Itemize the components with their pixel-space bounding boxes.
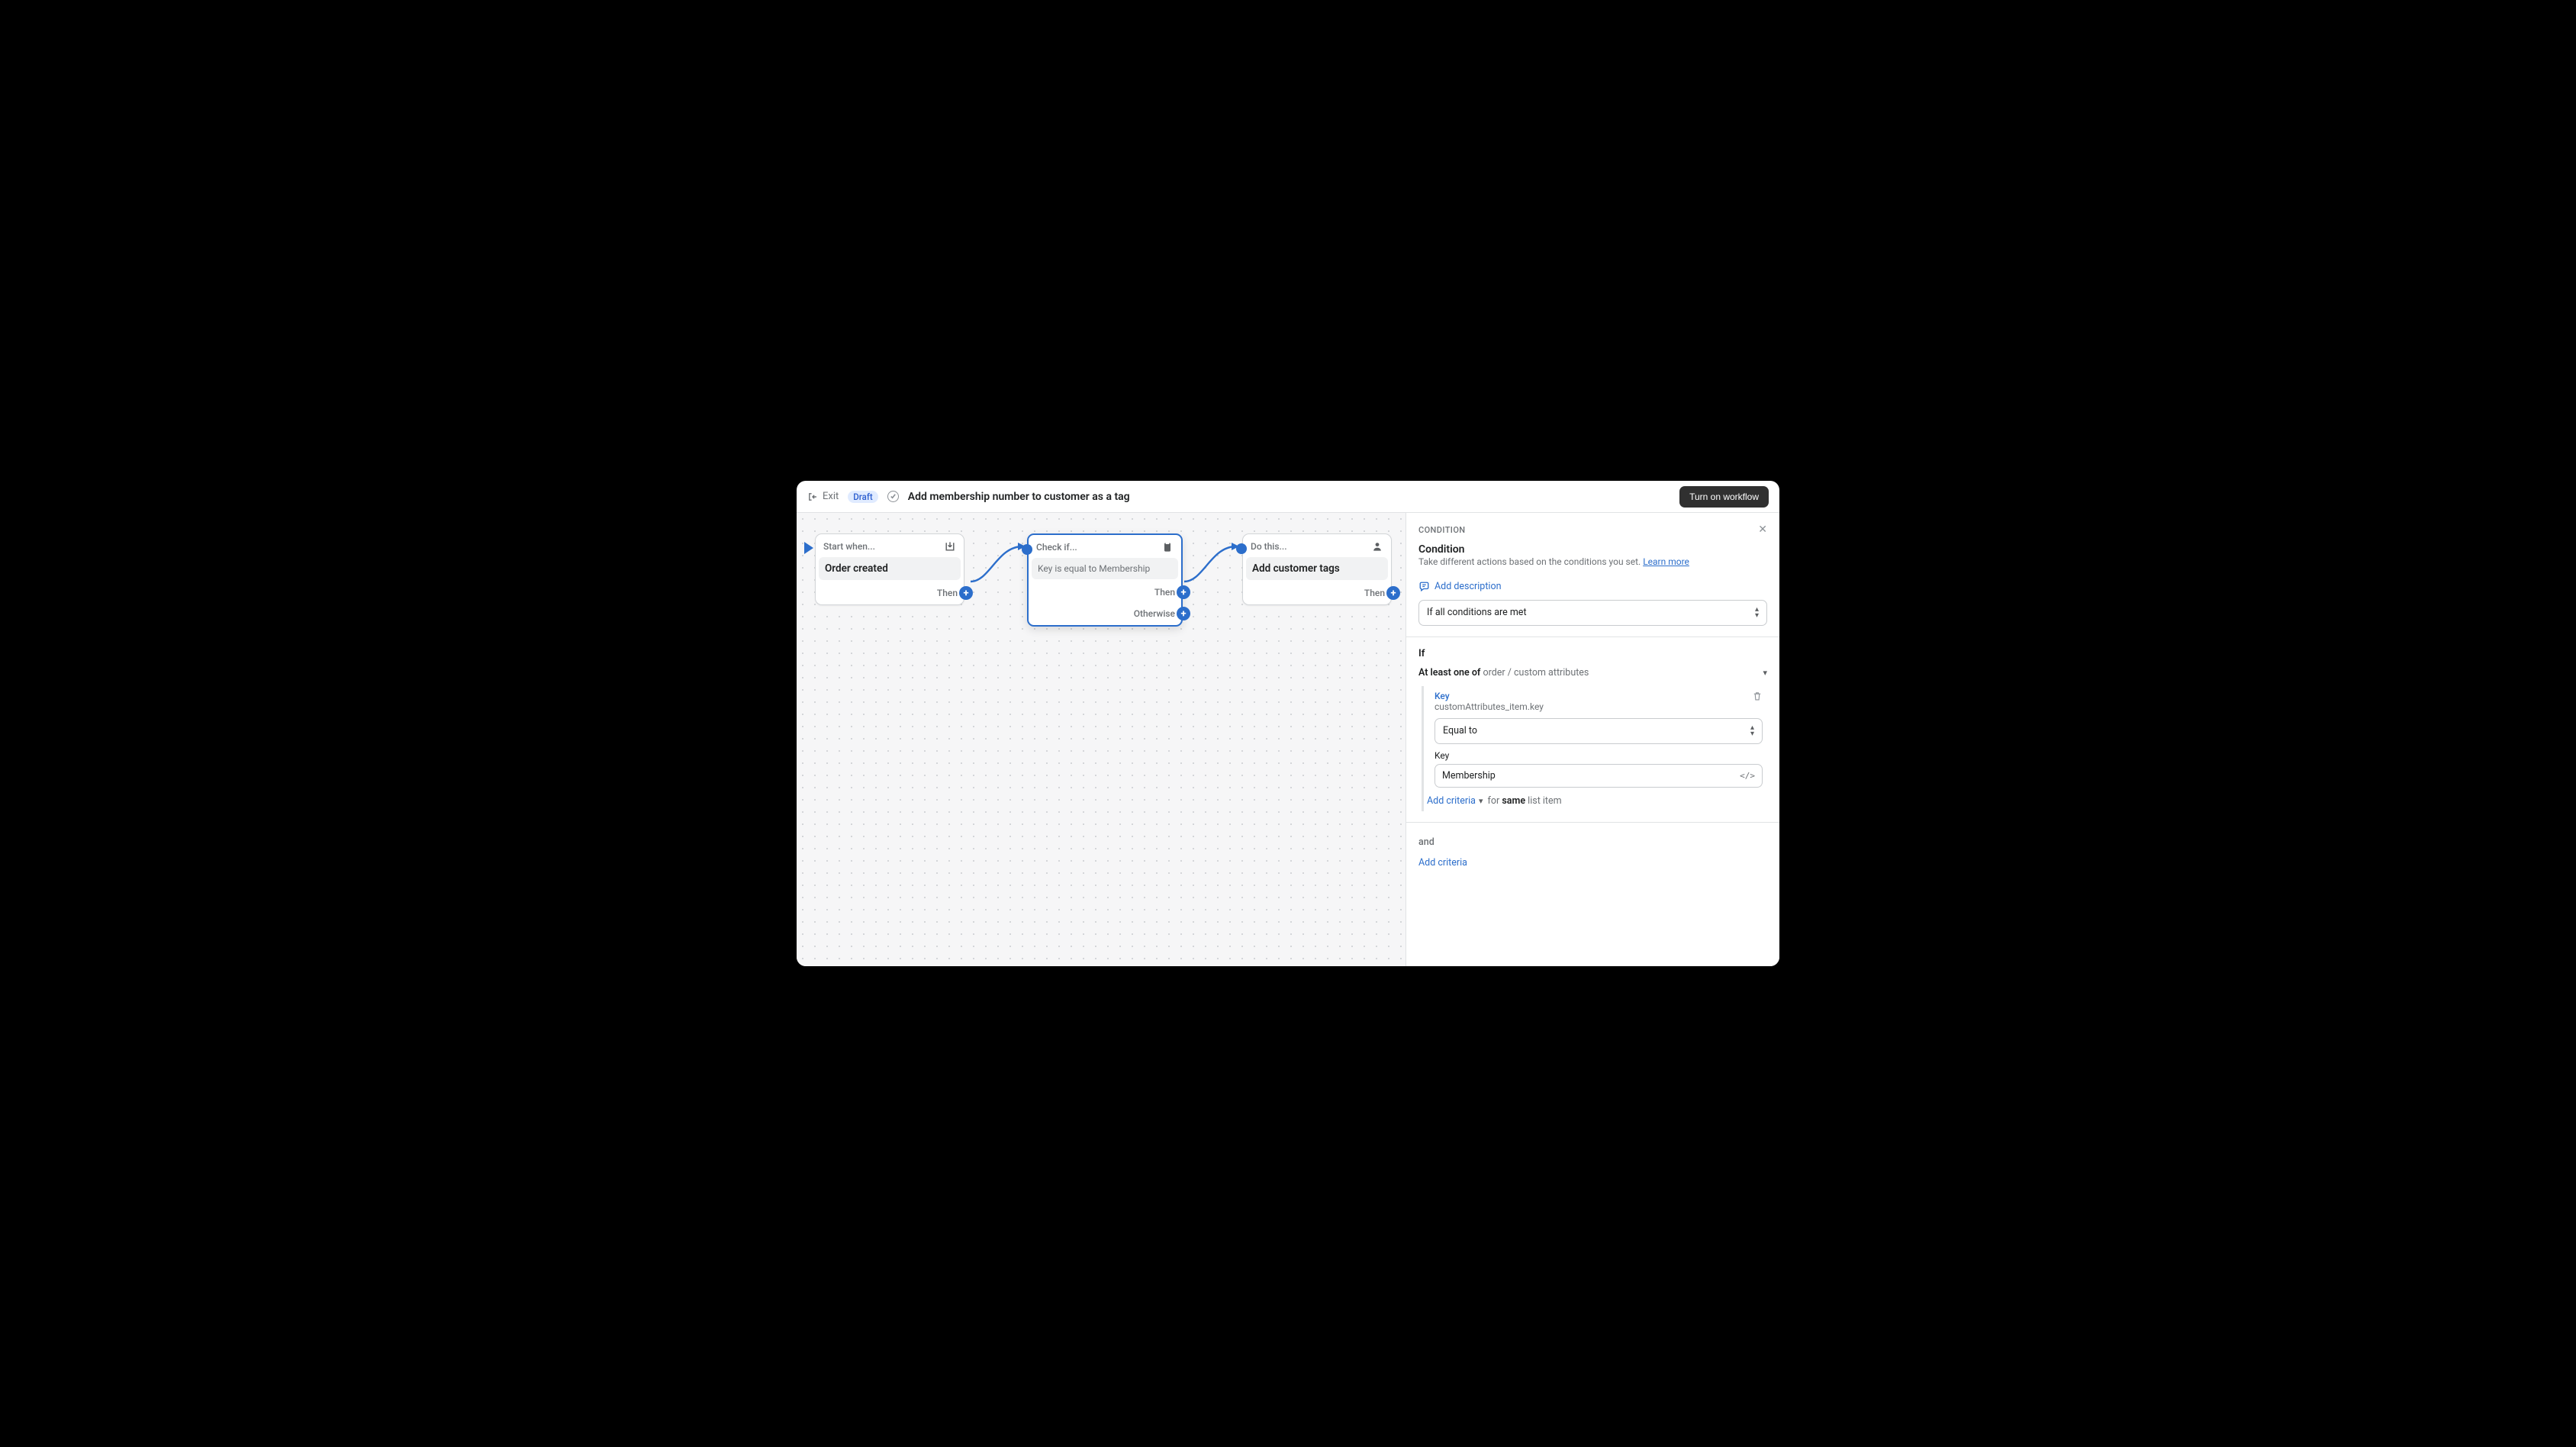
value-input[interactable]: Membership </>: [1435, 764, 1763, 788]
add-branch-button[interactable]: +: [1177, 585, 1190, 599]
status-badge: Draft: [848, 491, 877, 503]
delete-criteria-button[interactable]: [1752, 691, 1763, 704]
node-title: Order created: [819, 557, 961, 580]
add-branch-button[interactable]: +: [1386, 586, 1400, 600]
if-label: If: [1418, 648, 1767, 659]
divider: [1406, 636, 1779, 637]
condition-panel: CONDITION ✕ Condition Take different act…: [1406, 513, 1779, 966]
value-label: Key: [1435, 750, 1763, 761]
start-indicator-icon: [804, 542, 813, 554]
speech-icon: [1418, 581, 1430, 592]
close-panel-button[interactable]: ✕: [1758, 524, 1767, 536]
same-item-hint: for same list item: [1488, 795, 1562, 807]
divider: [1406, 822, 1779, 823]
and-label: and: [1418, 836, 1767, 848]
port-otherwise: Otherwise +: [1029, 604, 1181, 625]
operator-select[interactable]: Equal to ▴▾: [1435, 718, 1763, 744]
exit-label: Exit: [823, 491, 839, 502]
add-criteria-button-2[interactable]: Add criteria: [1418, 857, 1767, 869]
exit-button[interactable]: Exit: [807, 491, 839, 502]
add-description-button[interactable]: Add description: [1418, 581, 1767, 592]
panel-description: Take different actions based on the cond…: [1418, 556, 1767, 569]
node-start[interactable]: Start when... Order created Then +: [815, 533, 964, 605]
person-icon: [1371, 540, 1383, 553]
exit-icon: [807, 491, 818, 502]
panel-title: Condition: [1418, 543, 1767, 556]
workflow-canvas[interactable]: Start when... Order created Then + Check…: [797, 513, 1406, 966]
rule-scope-row[interactable]: At least one of order / custom attribute…: [1418, 667, 1767, 678]
chevron-down-icon: ▾: [1763, 668, 1767, 678]
learn-more-link[interactable]: Learn more: [1643, 556, 1689, 567]
chevron-down-icon: ▾: [1479, 796, 1483, 806]
workflow-title: Add membership number to customer as a t…: [908, 491, 1130, 503]
app-window: Exit Draft Add membership number to cust…: [797, 481, 1779, 966]
criteria-card: Key customAttributes_item.key Equal to ▴…: [1422, 686, 1767, 811]
import-icon: [944, 540, 956, 553]
criteria-key-link[interactable]: Key: [1435, 691, 1544, 701]
node-title: Add customer tags: [1246, 557, 1388, 580]
node-check-condition[interactable]: Check if... Key is equal to Membership T…: [1027, 533, 1183, 627]
turn-on-workflow-button[interactable]: Turn on workflow: [1679, 486, 1769, 508]
node-head-label: Check if...: [1036, 542, 1077, 553]
trash-icon: [1752, 691, 1763, 701]
code-toggle-icon[interactable]: </>: [1740, 771, 1755, 781]
port-then: Then +: [1029, 582, 1181, 604]
node-head-label: Do this...: [1251, 541, 1287, 552]
criteria-key-path: customAttributes_item.key: [1435, 701, 1544, 712]
node-head-label: Start when...: [823, 541, 875, 552]
port-then: Then +: [1243, 583, 1391, 604]
input-port-icon: [1022, 544, 1032, 555]
add-branch-button[interactable]: +: [1177, 607, 1190, 620]
panel-eyebrow: CONDITION: [1418, 525, 1466, 535]
select-arrows-icon: ▴▾: [1755, 607, 1759, 619]
node-action[interactable]: Do this... Add customer tags Then +: [1242, 533, 1392, 605]
main-area: Start when... Order created Then + Check…: [797, 513, 1779, 966]
input-port-icon: [1236, 543, 1247, 554]
clipboard-icon: [1161, 541, 1174, 553]
match-rule-select[interactable]: If all conditions are met ▴▾: [1418, 600, 1767, 626]
top-bar: Exit Draft Add membership number to cust…: [797, 481, 1779, 513]
node-subtitle: Key is equal to Membership: [1032, 558, 1178, 579]
select-arrows-icon: ▴▾: [1750, 725, 1754, 737]
add-criteria-button[interactable]: Add criteria ▾: [1427, 795, 1483, 807]
port-then: Then +: [816, 583, 964, 604]
check-icon: [887, 491, 899, 502]
add-branch-button[interactable]: +: [959, 586, 973, 600]
